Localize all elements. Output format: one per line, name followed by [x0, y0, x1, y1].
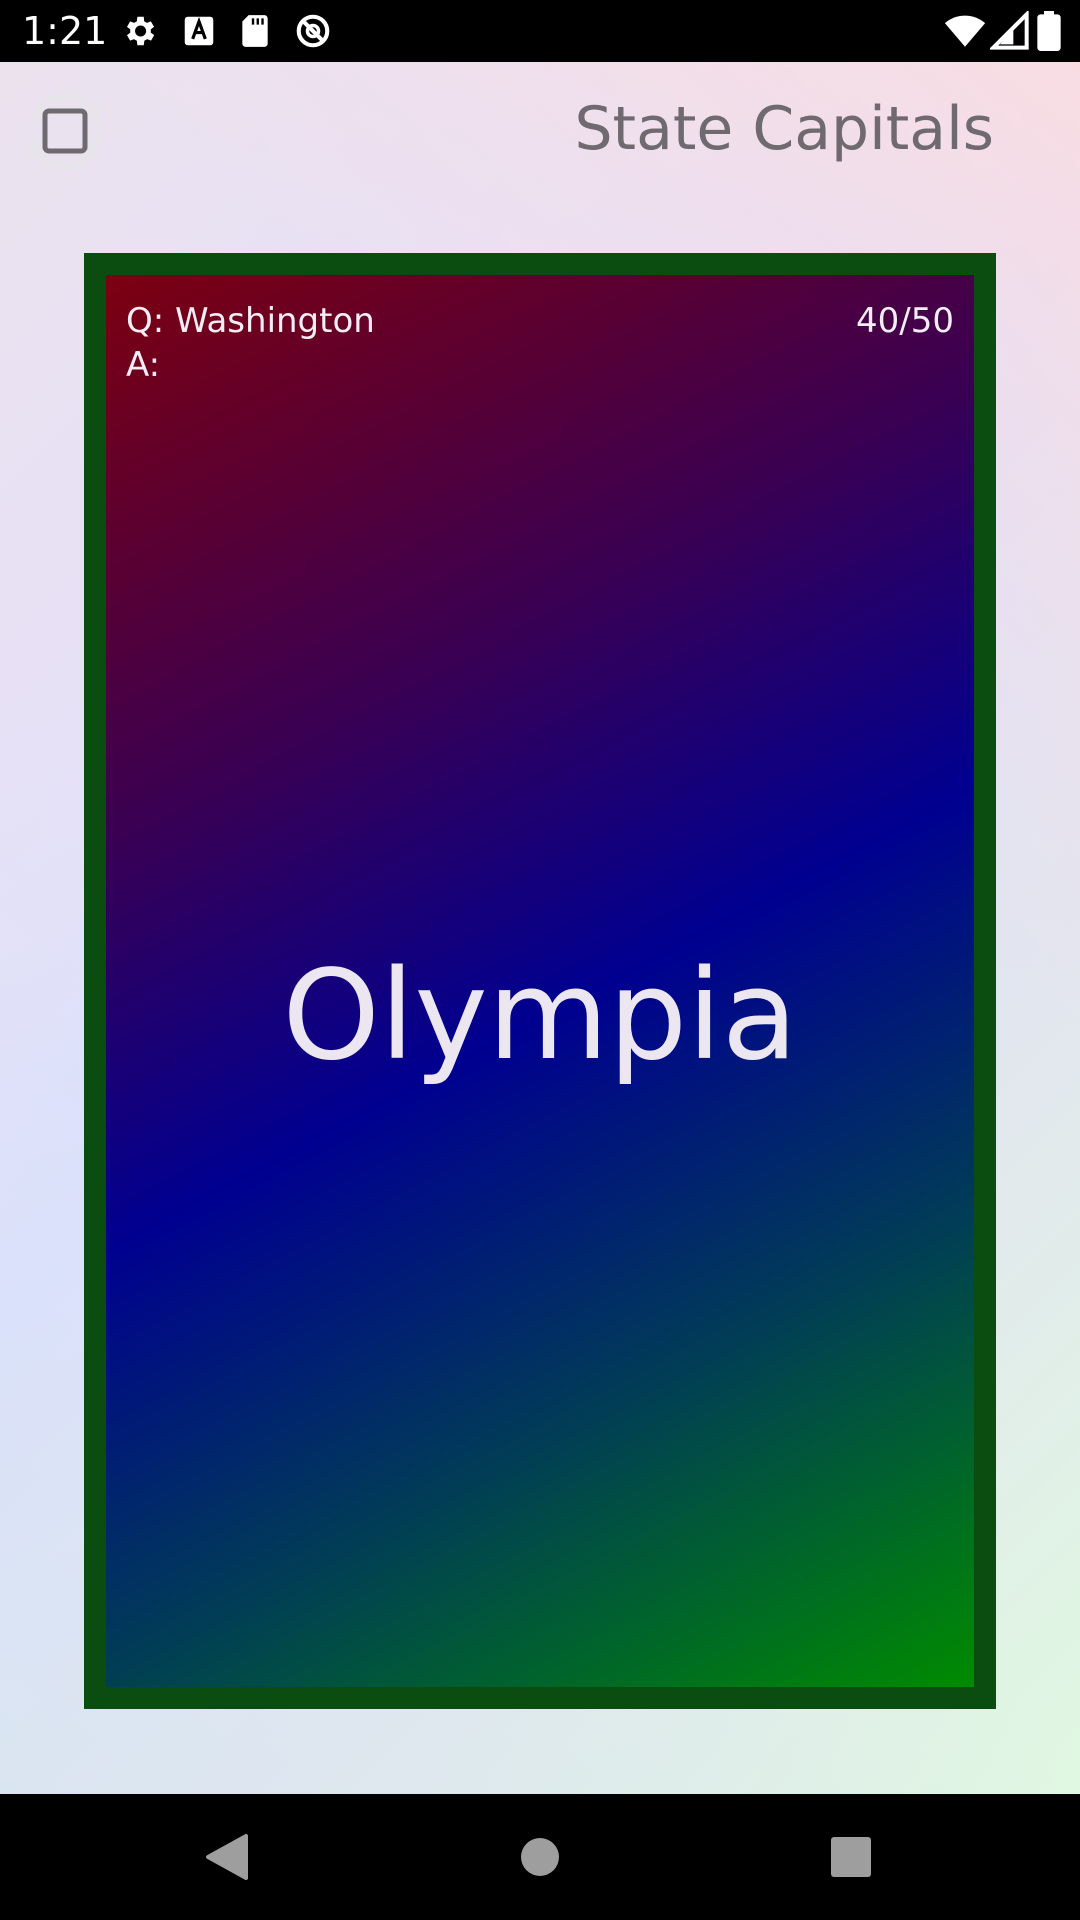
app-content: State Capitals Q: Washington A: 40/50 Ol…	[0, 62, 1080, 1794]
card-answer-text: Olympia	[282, 944, 798, 1088]
cell-signal-icon	[990, 11, 1029, 50]
question-label: Q: Washington	[126, 301, 375, 341]
wifi-icon	[944, 15, 986, 47]
answer-label: A:	[126, 345, 161, 385]
flash-card[interactable]: Q: Washington A: 40/50 Olympia	[84, 253, 996, 1709]
recents-square-icon[interactable]	[816, 1822, 886, 1892]
screen: 1:21 State Capitals Q: Washington A: 40/…	[0, 0, 1080, 1920]
checkbox-refresh-icon	[26, 92, 104, 170]
font-a-icon	[184, 16, 214, 46]
card-counter: 40/50	[856, 301, 954, 341]
navigation-bar	[0, 1794, 1080, 1920]
flash-card-face[interactable]: Q: Washington A: 40/50 Olympia	[106, 275, 974, 1687]
status-bar: 1:21	[0, 0, 1080, 62]
shuffle-toggle-button[interactable]	[16, 82, 114, 180]
status-time: 1:21	[22, 9, 108, 53]
battery-icon	[1037, 11, 1061, 51]
home-circle-icon[interactable]	[505, 1822, 575, 1892]
no-entry-icon	[296, 14, 330, 48]
sd-card-icon	[242, 15, 268, 47]
gear-icon	[126, 16, 155, 46]
app-title: State Capitals	[574, 94, 994, 164]
back-triangle-icon[interactable]	[190, 1822, 260, 1892]
